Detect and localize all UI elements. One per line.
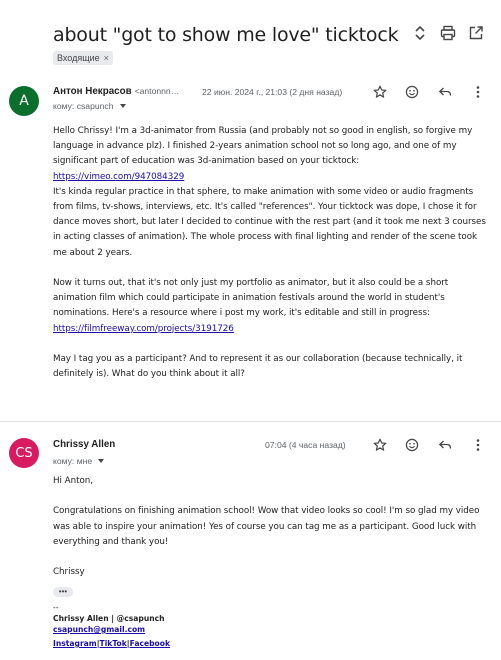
body-paragraph: May I tag you as a participant? And to r… <box>53 354 463 380</box>
avatar[interactable]: CS <box>9 438 39 468</box>
show-trimmed-content-button[interactable]: ••• <box>53 587 73 597</box>
sender-line: Антон Некрасов <antonnn… <box>53 86 179 97</box>
emoji-icon[interactable] <box>404 84 420 100</box>
message-date: 22 июн. 2024 г., 21:03 (2 дня назад) <box>202 87 343 97</box>
sender-name[interactable]: Антон Некрасов <box>53 86 132 97</box>
body-greeting: Hi Anton, <box>53 476 93 486</box>
signature-social-links: Instagram|TikTok|Facebook <box>53 638 170 649</box>
chevron-down-icon[interactable] <box>98 459 105 463</box>
reply-icon[interactable] <box>437 437 453 453</box>
signature-dash: -- <box>53 603 59 612</box>
facebook-link[interactable]: Facebook <box>130 639 170 648</box>
filmfreeway-link[interactable]: https://filmfreeway.com/projects/3191726 <box>53 324 234 334</box>
recipient-text: кому: мне <box>53 456 93 466</box>
body-text: It's kinda regular practice in that sphe… <box>53 186 486 258</box>
body-text: Now it turns out, that it's not only jus… <box>53 278 449 319</box>
recipient-line[interactable]: кому: csapunch <box>53 101 126 111</box>
recipient-text: кому: csapunch <box>53 101 114 111</box>
signature-name: Chrissy Allen | @csapunch <box>53 614 165 623</box>
sender-email: <antonnn… <box>134 86 180 96</box>
message-date: 07:04 (4 часа назад) <box>265 440 346 450</box>
tiktok-link[interactable]: TikTok <box>100 639 127 648</box>
chevron-down-icon[interactable] <box>119 104 126 108</box>
message-body: Hello Chrissy! I'm a 3d-animator from Ru… <box>53 124 489 382</box>
body-paragraph: Now it turns out, that it's not only jus… <box>53 276 489 337</box>
sender-name[interactable]: Chrissy Allen <box>53 439 115 450</box>
signature-email-link[interactable]: csapunch@gmail.com <box>53 625 145 634</box>
recipient-line[interactable]: кому: мне <box>53 456 105 466</box>
avatar[interactable]: A <box>9 86 39 116</box>
instagram-link[interactable]: Instagram <box>53 639 97 648</box>
sender-line: Chrissy Allen <box>53 439 115 450</box>
body-paragraph: Hello Chrissy! I'm a 3d-animator from Ru… <box>53 124 489 261</box>
message-body: Hi Anton, Congratulations on finishing a… <box>53 474 489 580</box>
emoji-icon[interactable] <box>404 437 420 453</box>
more-vert-icon[interactable] <box>470 437 486 453</box>
body-text: Hello Chrissy! I'm a 3d-animator from Ru… <box>53 126 473 167</box>
more-vert-icon[interactable] <box>470 84 486 100</box>
vimeo-link[interactable]: https://vimeo.com/947084329 <box>53 172 184 182</box>
body-signoff: Chrissy <box>53 567 85 578</box>
reply-icon[interactable] <box>437 84 453 100</box>
email-signature: -- Chrissy Allen | @csapunch csapunch@gm… <box>53 602 170 649</box>
message-antonn: A Антон Некрасов <antonnn… 22 июн. 2024 … <box>0 0 501 420</box>
star-icon[interactable] <box>372 84 388 100</box>
body-paragraph: Congratulations on finishing animation s… <box>53 506 480 547</box>
star-icon[interactable] <box>372 437 388 453</box>
